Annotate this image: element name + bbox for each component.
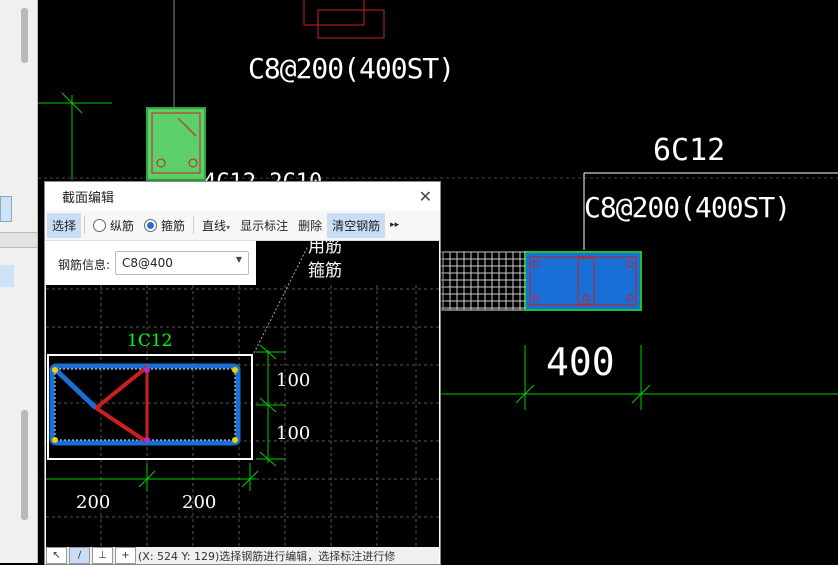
rebar-point: [52, 437, 58, 443]
rebar-point: [52, 367, 58, 373]
section-canvas[interactable]: 钢筋信息: C8@400 ▼ 用筋 箍筋 1C12 100 100 200 20…: [46, 241, 439, 547]
snap-tool-icon[interactable]: +: [115, 547, 136, 564]
delete-button[interactable]: 删除: [293, 213, 327, 238]
radio-icon: [93, 218, 107, 232]
stirrup-radio-label: 箍筋: [161, 218, 186, 233]
beam-section: [524, 251, 642, 311]
dimension-label: 100: [276, 370, 311, 391]
cad-label-right-stirrup: C8@200(400ST): [584, 191, 791, 224]
red-outline: [317, 9, 385, 39]
dialog-titlebar[interactable]: 截面编辑 ✕: [45, 182, 440, 210]
red-outline: [303, 0, 365, 26]
section-edit-dialog: 截面编辑 ✕ 选择 纵筋 箍筋 直线▾ 显示标注 删除 清空钢筋 ▸▸ 钢筋信息…: [44, 181, 441, 565]
select-button[interactable]: 选择: [47, 212, 82, 238]
stirrup-radio[interactable]: 箍筋: [139, 213, 190, 238]
close-icon[interactable]: ✕: [419, 187, 432, 206]
line-tool-icon[interactable]: ∕: [69, 547, 90, 564]
dialog-title: 截面编辑: [62, 190, 115, 206]
leader-line: [253, 245, 309, 354]
rebar-info-select[interactable]: C8@400 ▼: [115, 251, 249, 275]
side-list-divider: [0, 232, 37, 248]
line-dropdown[interactable]: 直线▾: [197, 213, 235, 238]
diagonal-stirrup: [54, 368, 98, 410]
radio-checked-icon: [144, 218, 158, 232]
canvas-hint: 箍筋: [308, 261, 342, 281]
status-bar: ↖ ∕ ⊥ + (X: 524 Y: 129)选择钢筋进行编辑，选择标注进行修: [46, 547, 439, 564]
cursor-tool-icon[interactable]: ↖: [46, 547, 67, 564]
rebar-point: [144, 367, 150, 373]
dimension-label: 100: [276, 423, 311, 444]
rebar-point: [232, 437, 238, 443]
side-list-item[interactable]: [0, 265, 14, 287]
dimension-label: 200: [182, 492, 217, 513]
hatch-grid: [435, 251, 526, 310]
more-icon[interactable]: ▸▸: [385, 216, 404, 234]
clear-rebar-button[interactable]: 清空钢筋: [327, 212, 386, 238]
column-green: [146, 107, 206, 181]
status-text: (X: 524 Y: 129)选择钢筋进行编辑，选择标注进行修: [138, 549, 396, 563]
cover-line: [54, 368, 236, 441]
outer-stirrup: [49, 363, 241, 446]
scrollbar-thumb-top[interactable]: [21, 8, 28, 63]
longitudinal-radio-label: 纵筋: [110, 218, 135, 233]
canvas-hint: 用筋: [308, 241, 342, 257]
cad-dimension-400: 400: [546, 340, 615, 384]
dimension-label: 200: [76, 492, 111, 513]
bar-label: 1C12: [127, 331, 173, 351]
rebar-info-label: 钢筋信息:: [58, 258, 111, 272]
show-label-button[interactable]: 显示标注: [235, 213, 293, 238]
left-panel: [0, 0, 38, 563]
toolbar-separator: [193, 216, 195, 234]
cad-label-top: C8@200(400ST): [248, 52, 455, 85]
cad-label-right-count: 6C12: [653, 133, 726, 168]
rebar-point: [232, 367, 238, 373]
chevron-down-icon: ▾: [226, 222, 231, 232]
inner-stirrup: [94, 406, 149, 444]
dialog-toolbar: 选择 纵筋 箍筋 直线▾ 显示标注 删除 清空钢筋 ▸▸: [45, 210, 440, 241]
chevron-down-icon: ▼: [235, 255, 242, 264]
scrollbar-thumb-bottom[interactable]: [21, 410, 28, 520]
inner-stirrup: [94, 365, 149, 410]
side-list-item[interactable]: [0, 196, 12, 222]
line-dropdown-label: 直线: [202, 218, 227, 233]
rebar-info-panel: 钢筋信息: C8@400 ▼: [46, 241, 256, 285]
rebar-point: [144, 437, 150, 443]
longitudinal-radio[interactable]: 纵筋: [88, 213, 139, 238]
ortho-tool-icon[interactable]: ⊥: [92, 547, 113, 564]
toolbar-separator: [84, 216, 86, 234]
rebar-info-value: C8@400: [122, 256, 173, 270]
